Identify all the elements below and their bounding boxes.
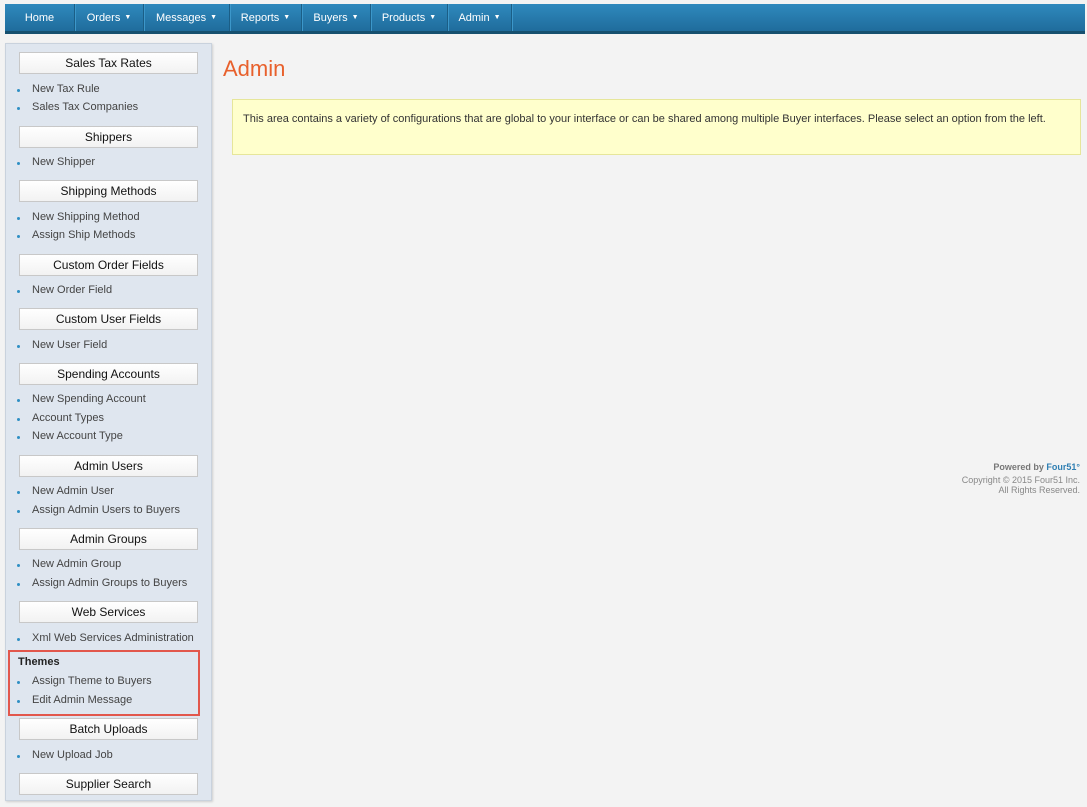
chevron-down-icon: ▼ [429, 14, 437, 21]
xml-web-services-link[interactable]: Xml Web Services Administration [32, 632, 194, 644]
shipping-methods-button[interactable]: Shipping Methods [19, 180, 198, 202]
nav-orders-label: Orders [86, 11, 121, 24]
bullet-icon [17, 583, 20, 586]
nav-reports[interactable]: Reports ▼ [230, 4, 302, 31]
new-order-field-link[interactable]: New Order Field [32, 284, 112, 296]
admin-groups-button[interactable]: Admin Groups [19, 528, 198, 550]
new-user-field-link[interactable]: New User Field [32, 339, 107, 351]
new-upload-job-link[interactable]: New Upload Job [32, 749, 113, 761]
info-message-text: This area contains a variety of configur… [243, 113, 1046, 125]
bullet-icon [17, 564, 20, 567]
chevron-down-icon: ▼ [283, 14, 291, 21]
bullet-icon [17, 89, 20, 92]
four51-brand-link[interactable]: Four51° [1046, 462, 1080, 472]
bullet-icon [17, 491, 20, 494]
bullet-icon [17, 235, 20, 238]
footer: Powered by Four51° Copyright © 2015 Four… [962, 462, 1080, 495]
bullet-icon [17, 107, 20, 110]
new-admin-group-link[interactable]: New Admin Group [32, 558, 121, 570]
nav-admin[interactable]: Admin ▼ [448, 4, 512, 31]
bullet-icon [17, 217, 20, 220]
chevron-down-icon: ▼ [493, 14, 501, 21]
custom-order-fields-button[interactable]: Custom Order Fields [19, 254, 198, 276]
sales-tax-rates-button[interactable]: Sales Tax Rates [19, 52, 198, 74]
batch-uploads-button[interactable]: Batch Uploads [19, 718, 198, 740]
new-shipping-method-link[interactable]: New Shipping Method [32, 211, 140, 223]
info-message-box: This area contains a variety of configur… [232, 99, 1081, 155]
nav-admin-label: Admin [458, 11, 490, 24]
new-spending-account-link[interactable]: New Spending Account [32, 393, 146, 405]
chevron-down-icon: ▼ [210, 14, 218, 21]
nav-messages[interactable]: Messages ▼ [144, 4, 230, 31]
nav-home-label: Home [24, 11, 55, 24]
bullet-icon [17, 345, 20, 348]
bullet-icon [17, 510, 20, 513]
bullet-icon [17, 755, 20, 758]
chevron-down-icon: ▼ [351, 14, 359, 21]
new-admin-user-link[interactable]: New Admin User [32, 485, 114, 497]
web-services-button[interactable]: Web Services [19, 601, 198, 623]
bullet-icon [17, 436, 20, 439]
bullet-icon [17, 399, 20, 402]
nav-home[interactable]: Home [5, 4, 75, 31]
new-account-type-link[interactable]: New Account Type [32, 430, 123, 442]
nav-buyers[interactable]: Buyers ▼ [302, 4, 371, 31]
top-navigation-bar: Home Orders ▼ Messages ▼ Reports ▼ Buyer… [5, 4, 1085, 34]
copyright-text: Copyright © 2015 Four51 Inc. [961, 475, 1080, 485]
account-types-link[interactable]: Account Types [32, 412, 104, 424]
nav-messages-label: Messages [155, 11, 207, 24]
bullet-icon [17, 638, 20, 641]
shippers-button[interactable]: Shippers [19, 126, 198, 148]
custom-user-fields-button[interactable]: Custom User Fields [19, 308, 198, 330]
rights-text: All Rights Reserved. [998, 485, 1080, 495]
powered-by: Powered by Four51° [962, 462, 1080, 472]
nav-buyers-label: Buyers [313, 11, 348, 24]
nav-orders[interactable]: Orders ▼ [75, 4, 144, 31]
bullet-icon [17, 162, 20, 165]
nav-products[interactable]: Products ▼ [371, 4, 448, 31]
supplier-search-button[interactable]: Supplier Search [19, 773, 198, 795]
assign-ship-methods-link[interactable]: Assign Ship Methods [32, 229, 135, 241]
admin-users-button[interactable]: Admin Users [19, 455, 198, 477]
chevron-down-icon: ▼ [124, 14, 132, 21]
new-shipper-link[interactable]: New Shipper [32, 156, 95, 168]
themes-highlight-box [8, 650, 200, 716]
assign-admin-groups-link[interactable]: Assign Admin Groups to Buyers [32, 577, 187, 589]
assign-admin-users-link[interactable]: Assign Admin Users to Buyers [32, 504, 180, 516]
powered-by-label: Powered by [993, 462, 1047, 472]
spending-accounts-button[interactable]: Spending Accounts [19, 363, 198, 385]
bullet-icon [17, 418, 20, 421]
nav-products-label: Products [381, 11, 426, 24]
new-tax-rule-link[interactable]: New Tax Rule [32, 83, 100, 95]
bullet-icon [17, 290, 20, 293]
nav-reports-label: Reports [240, 11, 280, 24]
page-title: Admin [223, 56, 286, 81]
sales-tax-companies-link[interactable]: Sales Tax Companies [32, 101, 138, 113]
